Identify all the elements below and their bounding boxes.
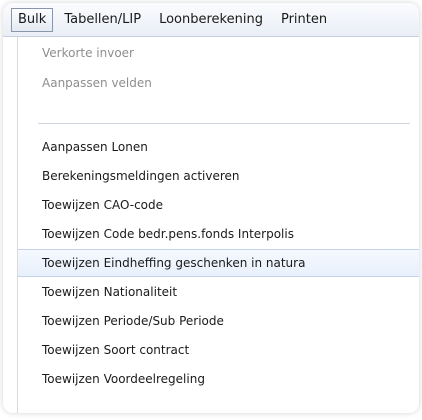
menu-tabellen-lip[interactable]: Tabellen/LIP	[57, 8, 148, 32]
menu-printen[interactable]: Printen	[274, 8, 334, 32]
menu-bar: Bulk Tabellen/LIP Loonberekening Printen	[3, 3, 419, 37]
menu-item-toewijzen-soort-contract[interactable]: Toewijzen Soort contract	[18, 336, 419, 364]
menu-loonberekening[interactable]: Loonberekening	[152, 8, 270, 32]
menu-item-toewijzen-periode[interactable]: Toewijzen Periode/Sub Periode	[18, 307, 419, 335]
bulk-dropdown-menu: Verkorte invoer Aanpassen velden Aanpass…	[17, 37, 419, 413]
menu-item-aanpassen-velden: Aanpassen velden	[42, 76, 152, 90]
application-window: Bulk Tabellen/LIP Loonberekening Printen…	[3, 3, 419, 413]
menu-item-toewijzen-code-bedr-pens-fonds[interactable]: Toewijzen Code bedr.pens.fonds Interpoli…	[18, 220, 419, 248]
menu-item-verkorte-invoer: Verkorte invoer	[42, 46, 134, 60]
menu-separator	[38, 123, 410, 124]
menu-item-toewijzen-voordeelregeling[interactable]: Toewijzen Voordeelregeling	[18, 365, 419, 393]
menu-item-aanpassen-lonen[interactable]: Aanpassen Lonen	[18, 133, 419, 161]
menu-item-toewijzen-nationaliteit[interactable]: Toewijzen Nationaliteit	[18, 278, 419, 306]
menu-item-berekeningsmeldingen-activeren[interactable]: Berekeningsmeldingen activeren	[18, 162, 419, 190]
menu-item-toewijzen-eindheffing[interactable]: Toewijzen Eindheffing geschenken in natu…	[18, 249, 419, 277]
menu-bulk[interactable]: Bulk	[11, 7, 54, 32]
menu-item-toewijzen-cao-code[interactable]: Toewijzen CAO-code	[18, 191, 419, 219]
